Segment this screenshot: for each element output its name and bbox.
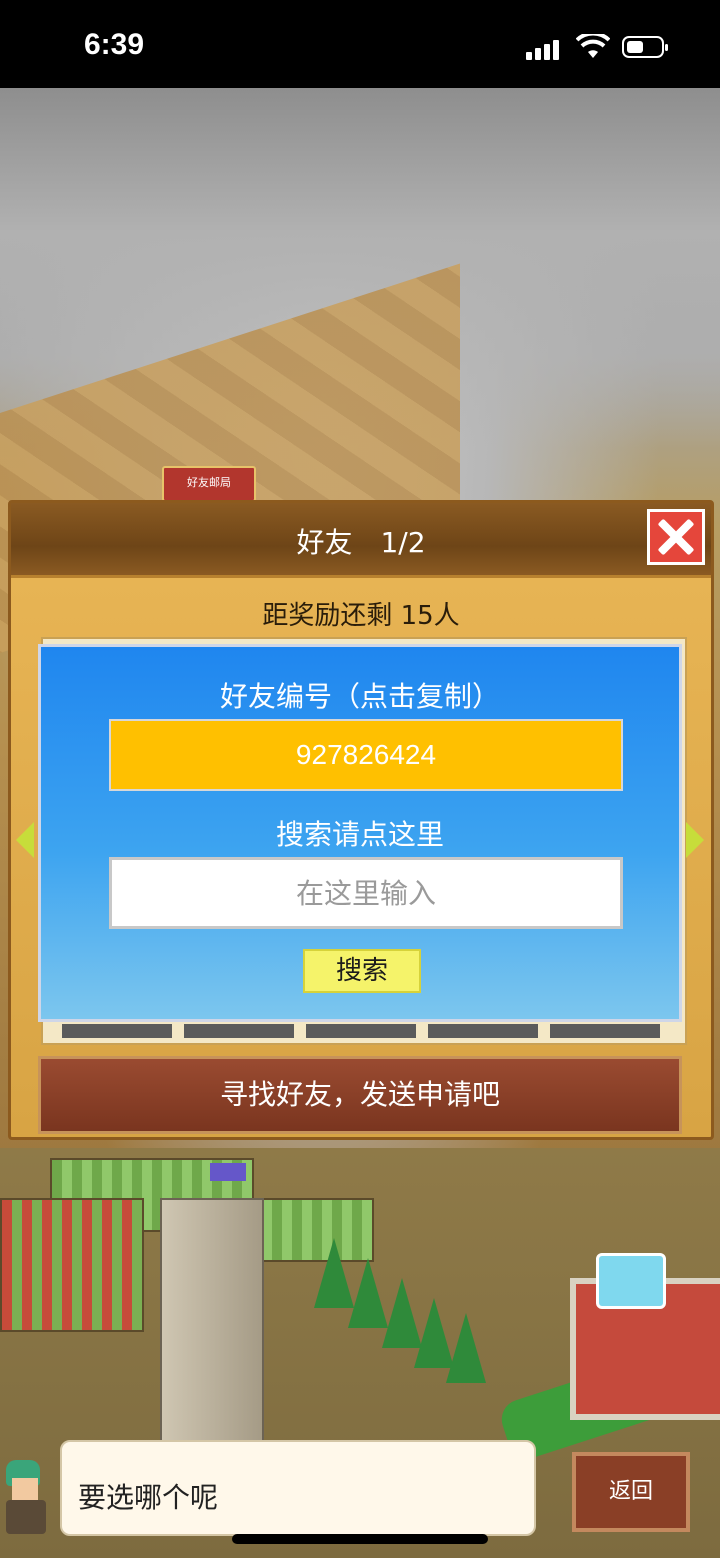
friend-slot-bar: [62, 1024, 172, 1038]
flag: [210, 1163, 246, 1181]
notification-bubble[interactable]: [596, 1253, 666, 1309]
friend-slot-bar: [550, 1024, 660, 1038]
avatar: [0, 1452, 56, 1538]
search-button[interactable]: 搜索: [303, 949, 421, 993]
tree: [446, 1313, 486, 1383]
back-button[interactable]: 返回: [572, 1452, 690, 1532]
crop-field: [0, 1198, 144, 1332]
speech-text: 要选哪个呢: [78, 1481, 219, 1514]
close-icon[interactable]: [647, 509, 705, 565]
dialog-title: 好友 1/2: [296, 526, 426, 559]
search-hint: 搜索请点这里: [275, 818, 444, 851]
dialog-header: 好友 1/2: [11, 503, 711, 578]
friend-id-label: 好友编号（点击复制）: [219, 680, 500, 713]
friend-id-copy-box[interactable]: 927826424: [109, 719, 623, 791]
arrow-left-icon[interactable]: [16, 822, 34, 858]
status-bar: 6:39: [0, 0, 720, 88]
arrow-right-icon[interactable]: [686, 822, 704, 858]
friend-slot-bar: [428, 1024, 538, 1038]
search-input[interactable]: [109, 857, 623, 929]
battery-icon: [622, 36, 668, 58]
friend-id-panel: 好友编号（点击复制） 927826424 搜索请点这里 搜索: [38, 644, 682, 1022]
home-indicator[interactable]: [232, 1534, 488, 1544]
reward-remaining-text: 距奖励还剩 15人: [262, 601, 460, 631]
status-time: 6:39: [84, 28, 145, 61]
friend-slot-bar: [306, 1024, 416, 1038]
send-request-button[interactable]: 寻找好友，发送申请吧: [38, 1056, 682, 1134]
friend-slot-bar: [184, 1024, 294, 1038]
speech-bubble: 要选哪个呢: [60, 1440, 536, 1536]
clock-tower[interactable]: [160, 1198, 264, 1442]
wifi-icon: [576, 34, 610, 58]
signal-icon: [526, 38, 562, 60]
post-office-sign[interactable]: 好友邮局: [162, 466, 256, 502]
